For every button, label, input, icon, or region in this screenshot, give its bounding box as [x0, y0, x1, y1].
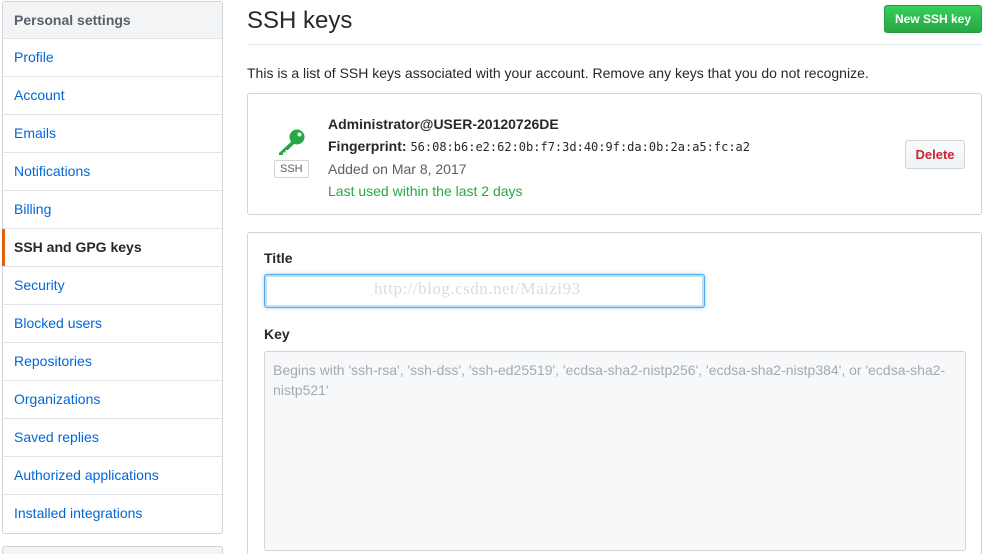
- ssh-key-entry: SSH Administrator@USER-20120726DE Finger…: [247, 93, 982, 215]
- settings-sidebar: Personal settings Profile Account Emails…: [2, 1, 223, 534]
- fingerprint-row: Fingerprint: 56:08:b6:e2:62:0b:f7:3d:40:…: [328, 135, 750, 158]
- sidebar-item-installed-integrations[interactable]: Installed integrations: [3, 495, 222, 533]
- sidebar-item-repositories[interactable]: Repositories: [3, 343, 222, 381]
- sidebar-item-emails[interactable]: Emails: [3, 115, 222, 153]
- main-content: SSH keys New SSH key This is a list of S…: [247, 0, 982, 554]
- key-label: Key: [264, 326, 290, 342]
- sidebar-header: Personal settings: [3, 2, 222, 39]
- page-header: SSH keys New SSH key: [247, 0, 982, 45]
- sidebar-item-notifications[interactable]: Notifications: [3, 153, 222, 191]
- sidebar-item-ssh-gpg-keys[interactable]: SSH and GPG keys: [2, 229, 222, 267]
- new-key-form: Title http://blog.csdn.net/Maizi93 Key: [247, 232, 982, 554]
- key-added-date: Added on Mar 8, 2017: [328, 161, 467, 177]
- key-icon-group: SSH: [274, 128, 309, 178]
- sidebar-secondary-panel: [2, 546, 223, 554]
- key-textarea[interactable]: [264, 351, 966, 551]
- key-details: Administrator@USER-20120726DE Fingerprin…: [328, 113, 750, 202]
- fingerprint-label: Fingerprint:: [328, 138, 407, 154]
- fingerprint-value: 56:08:b6:e2:62:0b:f7:3d:40:9f:da:0b:2a:a…: [410, 140, 750, 154]
- settings-page: Personal settings Profile Account Emails…: [0, 0, 1008, 554]
- title-label: Title: [264, 250, 293, 266]
- delete-key-button[interactable]: Delete: [905, 140, 965, 169]
- title-input[interactable]: [264, 274, 705, 308]
- new-ssh-key-button[interactable]: New SSH key: [884, 5, 982, 33]
- key-last-used: Last used within the last 2 days: [328, 183, 523, 199]
- sidebar-item-profile[interactable]: Profile: [3, 39, 222, 77]
- intro-text: This is a list of SSH keys associated wi…: [247, 65, 869, 81]
- ssh-type-label: SSH: [274, 160, 309, 178]
- sidebar-item-saved-replies[interactable]: Saved replies: [3, 419, 222, 457]
- sidebar-item-authorized-applications[interactable]: Authorized applications: [3, 457, 222, 495]
- sidebar-item-organizations[interactable]: Organizations: [3, 381, 222, 419]
- sidebar-item-billing[interactable]: Billing: [3, 191, 222, 229]
- sidebar-item-account[interactable]: Account: [3, 77, 222, 115]
- page-title: SSH keys: [247, 7, 353, 34]
- sidebar-item-security[interactable]: Security: [3, 267, 222, 305]
- key-title: Administrator@USER-20120726DE: [328, 116, 559, 132]
- sidebar-item-blocked-users[interactable]: Blocked users: [3, 305, 222, 343]
- key-icon: [279, 129, 305, 155]
